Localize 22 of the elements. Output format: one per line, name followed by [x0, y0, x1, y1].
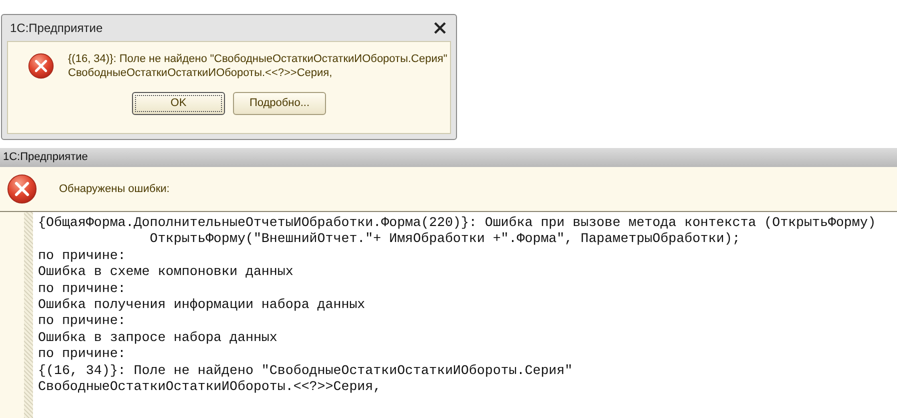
close-icon	[434, 22, 446, 34]
error-icon	[7, 174, 37, 204]
error-heading: Обнаружены ошибки:	[59, 182, 170, 197]
error-message: СвободныеОстаткиОстаткиИОбороты.<<?>>Серия,	[68, 66, 334, 80]
dialog-button[interactable]: Подробно...	[233, 92, 326, 115]
code-line: по причине:	[38, 346, 127, 363]
code-line: {(16, 34)}: Поле не найдено "СвободныеОстаткиОстаткиИОбороты.Серия"	[38, 362, 574, 380]
code-line: по причине:	[38, 313, 127, 330]
error-icon	[28, 53, 54, 79]
window-title: 1С:Предприятие	[10, 20, 103, 37]
code-line: СвободныеОстаткиОстаткиИОбороты.<<?>>Серия,	[38, 379, 382, 396]
code-line: Ошибка в запросе набора данных	[38, 330, 278, 346]
code-line: Ошибка получения информации набора данных	[38, 297, 366, 314]
code-line: ОткрытьФорму("ВнешнийОтчет."+ ИмяОбработки +".Форма", ПараметрыОбработки);	[148, 231, 742, 248]
code-line: Ошибка в схеме компоновки данных	[38, 264, 294, 281]
code-line: по причине:	[38, 280, 127, 298]
code-line: {ОбщаяФорма.ДополнительныеОтчетыИОбработки.Форма(220)}: Ошибка при вызове метода контекста (ОткрытьФорму)	[38, 215, 876, 232]
window-title: 1С:Предприятие	[3, 150, 88, 166]
close-button[interactable]	[432, 20, 448, 36]
code-line: по причине:	[38, 248, 127, 264]
dialog-button[interactable]: OK	[132, 92, 225, 115]
error-message: {(16, 34)}: Поле не найдено "СвободныеОстаткиОстаткиИОбороты.Серия"	[68, 52, 448, 66]
